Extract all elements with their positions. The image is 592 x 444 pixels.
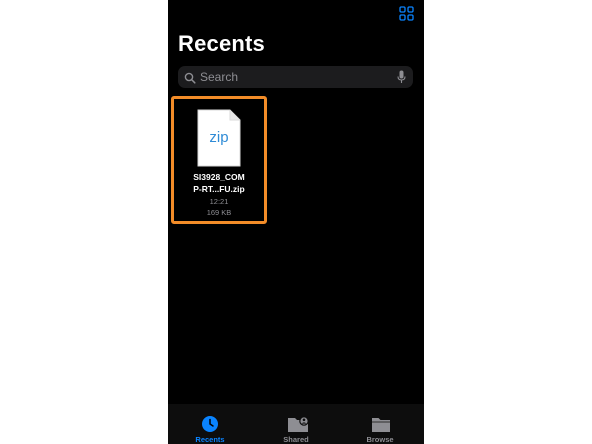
tab-bar: Recents Shared Browse bbox=[168, 404, 424, 444]
shared-folder-icon bbox=[288, 416, 309, 432]
tab-label: Browse bbox=[366, 435, 394, 444]
tab-recents[interactable]: Recents bbox=[170, 404, 250, 444]
file-item[interactable]: zip SI3928_COM P-RT...FU.zip 12:21 169 K… bbox=[171, 96, 267, 224]
file-type-label: zip bbox=[209, 129, 229, 146]
folder-icon bbox=[372, 418, 390, 432]
page-title: Recents bbox=[178, 31, 265, 56]
file-name: P-RT...FU.zip bbox=[193, 184, 245, 194]
search-input[interactable] bbox=[200, 66, 390, 88]
tab-shared[interactable]: Shared bbox=[256, 404, 336, 444]
files-app-screen: Recents zip SI3928_COM P-RT...FU.zip bbox=[168, 0, 424, 444]
file-name: SI3928_COM bbox=[193, 172, 245, 182]
tab-browse[interactable]: Browse bbox=[340, 404, 420, 444]
tab-label: Shared bbox=[283, 435, 309, 444]
microphone-icon[interactable] bbox=[397, 70, 406, 84]
tab-label: Recents bbox=[195, 435, 225, 444]
grid-view-icon[interactable] bbox=[399, 6, 414, 21]
search-icon bbox=[184, 71, 196, 84]
search-bar[interactable] bbox=[178, 66, 413, 88]
file-time: 12:21 bbox=[209, 197, 229, 206]
file-size: 169 KB bbox=[206, 208, 232, 217]
clock-icon bbox=[202, 416, 218, 432]
